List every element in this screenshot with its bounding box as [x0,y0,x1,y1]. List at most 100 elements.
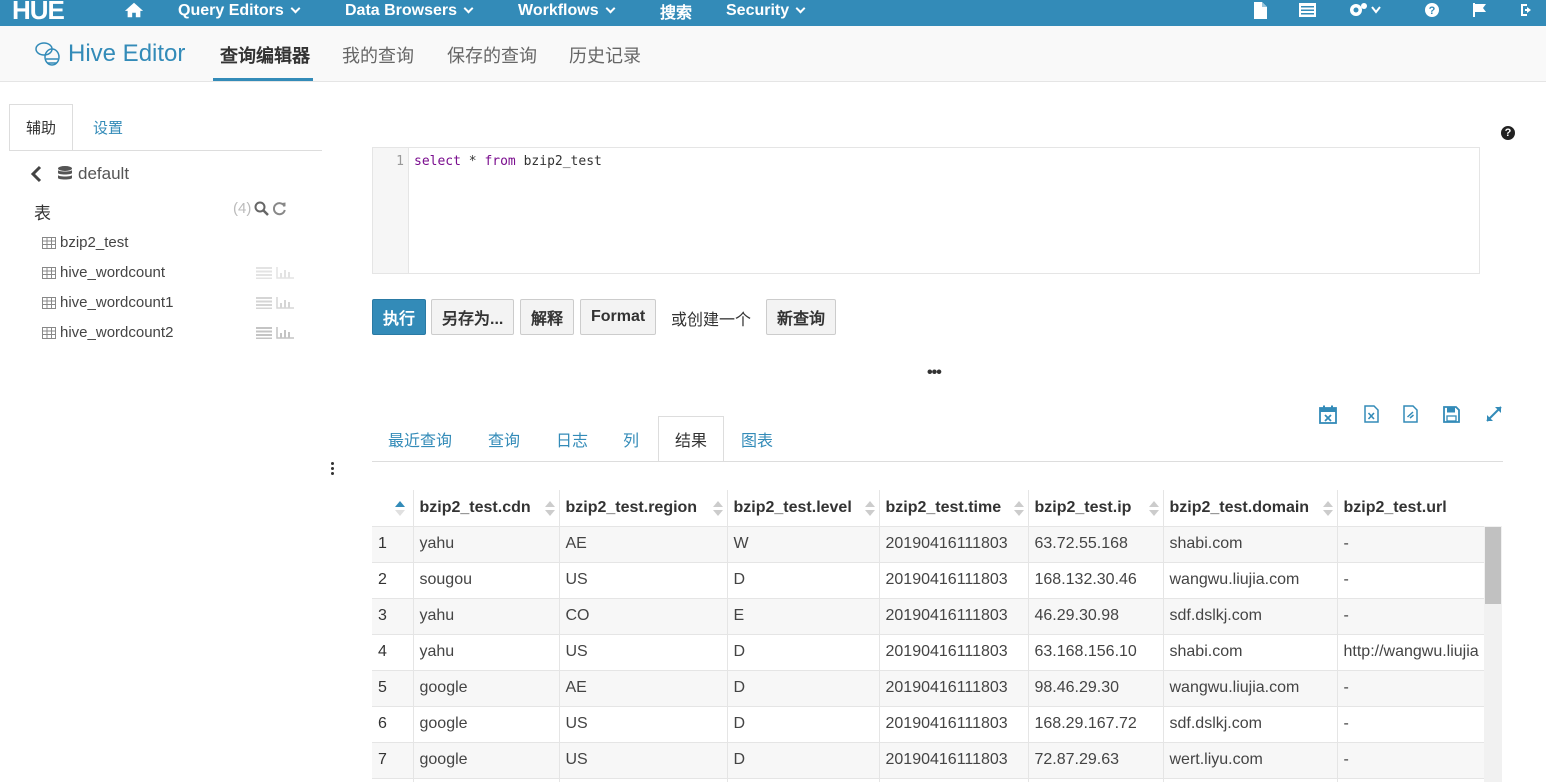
excel-icon[interactable] [1361,404,1381,424]
sidebar-tab-assist[interactable]: 辅助 [9,104,74,151]
nav-workflows[interactable]: Workflows [518,0,616,22]
column-header[interactable]: bzip2_test.domain [1162,490,1337,526]
save-icon[interactable] [1441,404,1461,424]
list-icon[interactable] [256,327,272,339]
bar-chart-icon[interactable] [276,267,294,279]
app-title[interactable]: Hive Editor [32,39,185,69]
new-query-button[interactable]: 新查询 [766,299,837,335]
list-icon[interactable] [256,297,272,309]
sort-icon [1148,501,1159,516]
scrollbar-thumb[interactable] [1485,527,1501,604]
logout-icon[interactable] [1517,1,1537,19]
search-icon[interactable] [254,201,270,216]
column-header[interactable]: bzip2_test.cdn [412,490,559,526]
tab-query[interactable]: 查询 [472,416,536,462]
table-header-row: bzip2_test.cdn bzip2_test.region bzip2_t… [372,490,1484,526]
hive-bee-icon [35,42,60,66]
table-row[interactable]: 2 sougou US D 20190416111803 168.132.30.46 wan… [372,561,1484,598]
table-row[interactable]: 1 yahu AE W 20190416111803 63.72.55.168 shabi.… [372,525,1484,562]
expand-icon[interactable] [1484,404,1504,424]
sort-icon [1322,501,1333,516]
table-cell: 72.87.29.63 [1027,741,1163,778]
table-row[interactable]: 3 yahu CO E 20190416111803 46.29.30.98 sdf.dsl… [372,597,1484,634]
column-header[interactable]: bzip2_test.ip [1027,490,1163,526]
table-cell: D [726,741,879,778]
bar-chart-icon[interactable] [276,327,294,339]
tab-history[interactable]: 历史记录 [569,42,641,68]
sort-icon [544,501,555,516]
query-text[interactable]: select * from bzip2_test [414,154,602,169]
ellipsis-handle[interactable]: ••• [927,364,942,382]
column-header[interactable]: bzip2_test.time [878,490,1028,526]
tab-chart[interactable]: 图表 [725,416,789,462]
table-row[interactable]: 8 [372,777,1484,782]
resize-handle[interactable] [331,462,335,475]
refresh-icon[interactable] [272,201,287,216]
nav-security[interactable]: Security [726,0,806,22]
table-cell [1027,777,1163,782]
bar-chart-icon[interactable] [276,297,294,309]
table-row[interactable]: 6 google US D 20190416111803 168.29.167.72 sdf… [372,705,1484,742]
file-icon[interactable] [1250,1,1270,19]
sidebar-tab-settings[interactable]: 设置 [77,104,139,151]
table-cell: 20190416111803 [878,669,1028,706]
list-icon[interactable] [256,267,272,279]
table-cell: shabi.com [1162,525,1337,562]
top-navbar: HUE Query Editors Data Browsers Workflow… [0,0,1546,26]
or-create-text: 或创建一个 [671,312,752,329]
tab-log[interactable]: 日志 [540,416,604,462]
tab-my-queries[interactable]: 我的查询 [342,42,414,68]
nav-search[interactable]: 搜索 [660,0,692,22]
nav-data-browsers[interactable]: Data Browsers [345,0,474,22]
tab-recent-queries[interactable]: 最近查询 [372,416,468,462]
format-button[interactable]: Format [580,299,657,335]
table-cell: US [558,705,727,742]
execute-button[interactable]: 执行 [372,299,427,335]
divider [9,150,322,151]
tab-results[interactable]: 结果 [658,416,725,462]
table-cell: D [726,705,879,742]
save-as-button[interactable]: 另存为... [431,299,515,335]
sort-icon [395,501,405,516]
tab-query-editor[interactable]: 查询编辑器 [220,42,310,68]
explain-button[interactable]: 解释 [520,299,575,335]
help-icon[interactable]: ? [1422,1,1442,19]
tab-saved-queries[interactable]: 保存的查询 [447,42,537,68]
column-header[interactable]: bzip2_test.region [558,490,727,526]
table-cell: 168.132.30.46 [1027,561,1163,598]
sidebar-table-item[interactable]: hive_wordcount2 [42,324,173,341]
table-icon [42,266,56,279]
table-row[interactable]: 5 google AE D 20190416111803 98.46.29.30 wangw… [372,669,1484,706]
csv-icon[interactable] [1400,404,1420,424]
chevron-left-icon[interactable] [30,165,42,183]
table-cell: yahu [412,597,559,634]
sidebar-table-item[interactable]: hive_wordcount [42,264,165,281]
chevron-down-icon [795,3,806,14]
nav-query-editors[interactable]: Query Editors [178,0,301,22]
column-header[interactable]: bzip2_test.level [726,490,879,526]
table-cell: sdf.dslkj.com [1162,597,1337,634]
table-cell: 168.29.167.72 [1027,705,1163,742]
gears-icon[interactable] [1346,1,1386,19]
table-row[interactable]: 4 yahu US D 20190416111803 63.168.156.10 shabi… [372,633,1484,670]
tab-columns[interactable]: 列 [607,416,655,462]
database-selector[interactable]: default [30,164,129,184]
home-icon[interactable] [124,1,144,19]
results-table: bzip2_test.cdn bzip2_test.region bzip2_t… [372,490,1502,782]
column-header[interactable]: bzip2_test.url [1336,490,1484,526]
sidebar-table-item[interactable]: bzip2_test [42,234,128,251]
table-cell: AE [558,669,727,706]
sidebar-table-item[interactable]: hive_wordcount1 [42,294,173,311]
query-editor[interactable]: 1 select * from bzip2_test [372,147,1480,274]
chevron-down-icon [463,3,474,14]
flag-icon[interactable] [1470,1,1490,19]
help-icon[interactable]: ? [1501,126,1515,140]
list-icon[interactable] [1297,1,1317,19]
calendar-x-icon[interactable] [1318,404,1338,424]
table-name: hive_wordcount1 [60,294,174,311]
rownum-header[interactable] [372,490,413,526]
hue-logo[interactable]: HUE [12,0,84,23]
table-actions [256,327,294,339]
table-row[interactable]: 7 google US D 20190416111803 72.87.29.63 wert.… [372,741,1484,778]
sort-icon [712,501,723,516]
